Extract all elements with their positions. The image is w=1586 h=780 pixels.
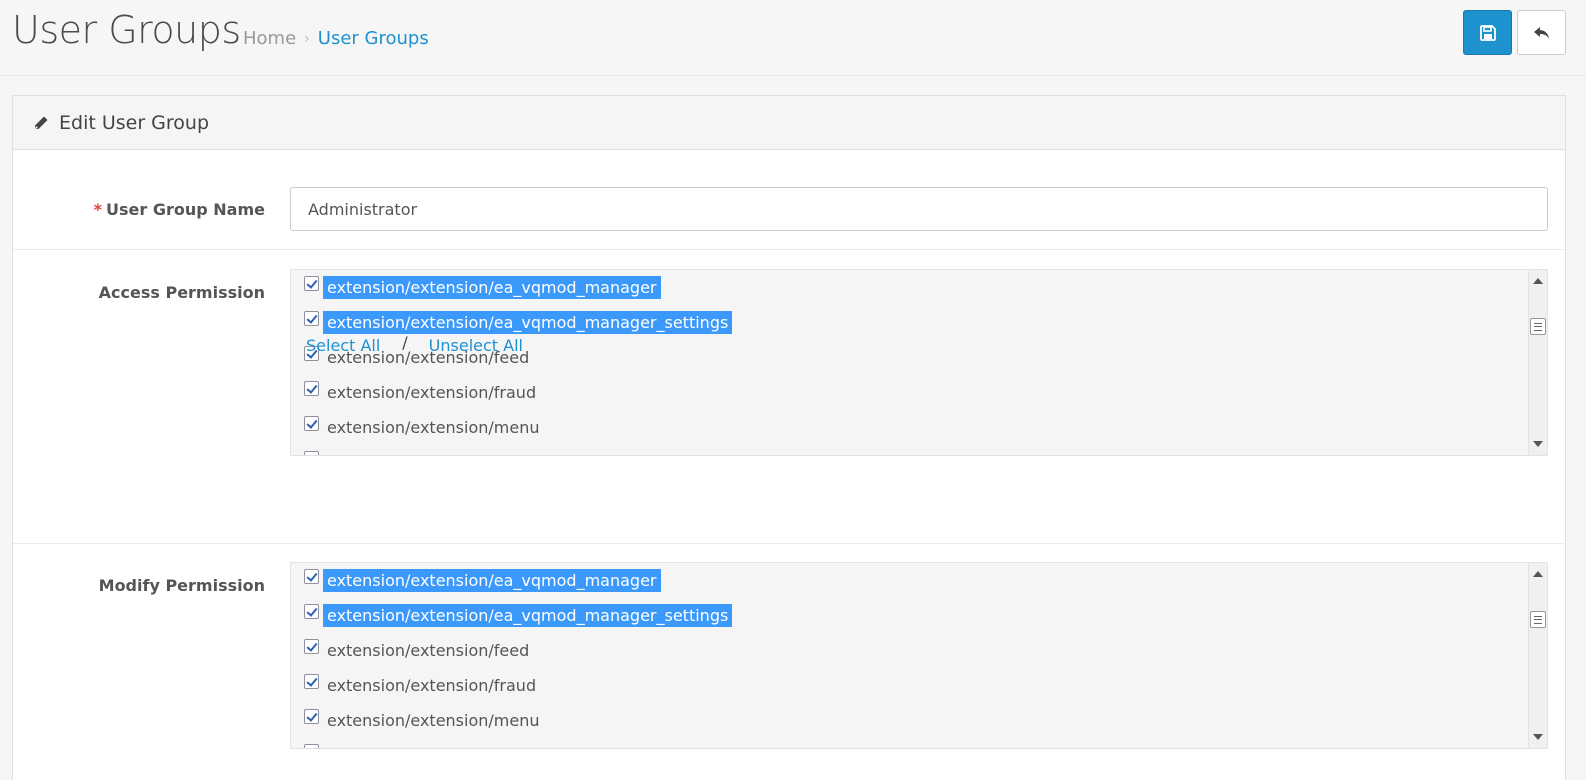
permission-item-label: extension/extension/ea_vqmod_manager — [323, 276, 661, 299]
breadcrumb-home-link[interactable]: Home — [243, 28, 296, 49]
access-scrollbar[interactable] — [1528, 270, 1547, 455]
panel-title: Edit User Group — [59, 111, 210, 134]
permission-item-label: extension/extension/feed — [327, 641, 530, 660]
permission-item[interactable]: extension/extension/fraud — [291, 668, 1528, 703]
floppy-disk-icon — [1479, 24, 1496, 41]
select-all-link[interactable]: Select All — [306, 336, 380, 355]
back-button[interactable] — [1517, 10, 1566, 55]
page-title: User Groups — [12, 8, 241, 52]
permission-item-label: extension/extension/fraud — [327, 383, 537, 402]
permission-item[interactable]: extension/extension/ea_vqmod_manager_set… — [291, 598, 1528, 633]
permission-item[interactable]: extension/extension/menu — [291, 410, 1528, 445]
required-mark: * — [93, 200, 103, 219]
edit-user-group-panel: Edit User Group *User Group Name Access … — [12, 95, 1566, 780]
group-name-label: * User Group Name — [94, 200, 265, 219]
permission-item-label: extension/extension/ea_vqmod_manager_set… — [323, 604, 733, 627]
permission-item[interactable]: extension/extension/ea_vqmod_manager_set… — [291, 305, 1528, 340]
checkbox-checked[interactable] — [304, 639, 319, 654]
checkbox-checked — [304, 451, 319, 455]
checkbox-checked[interactable] — [304, 674, 319, 689]
link-separator: / — [402, 333, 408, 352]
checkbox-checked — [304, 744, 319, 748]
permission-item-label: extension/extension/ea_vqmod_manager_set… — [323, 311, 733, 334]
scroll-down-arrow-icon[interactable] — [1533, 734, 1543, 740]
permission-item[interactable]: extension/extension/ea_vqmod_manager — [291, 270, 1528, 305]
permission-item[interactable]: extension/extension/feed — [291, 633, 1528, 668]
unselect-all-link[interactable]: Unselect All — [429, 336, 523, 355]
permission-item-partial — [291, 445, 1528, 455]
permission-item-label: extension/extension/fraud — [327, 676, 537, 695]
checkbox-checked[interactable] — [304, 604, 319, 619]
pencil-icon — [35, 116, 48, 129]
breadcrumb-user-groups-link[interactable]: User Groups — [318, 28, 429, 49]
permission-item[interactable]: extension/extension/fraud — [291, 375, 1528, 410]
modify-scrollbar[interactable] — [1528, 563, 1547, 748]
checkbox-checked[interactable] — [304, 276, 319, 291]
access-select-links: Select All / Unselect All — [306, 333, 523, 355]
group-name-label-text: User Group Name — [106, 200, 265, 219]
reply-arrow-icon — [1533, 26, 1549, 39]
permission-item[interactable]: extension/extension/menu — [291, 703, 1528, 738]
permission-item-label: extension/extension/ea_vqmod_manager — [323, 569, 661, 592]
scrollbar-thumb[interactable] — [1530, 611, 1546, 628]
access-permission-items: extension/extension/ea_vqmod_managerexte… — [291, 270, 1528, 455]
scroll-up-arrow-icon[interactable] — [1533, 278, 1543, 284]
checkbox-checked[interactable] — [304, 709, 319, 724]
access-permission-label: Access Permission — [98, 283, 265, 302]
save-button[interactable] — [1463, 10, 1512, 55]
page-header: User Groups Home › User Groups — [0, 0, 1586, 76]
scroll-down-arrow-icon[interactable] — [1533, 441, 1543, 447]
scroll-up-arrow-icon[interactable] — [1533, 571, 1543, 577]
modify-permission-list[interactable]: extension/extension/ea_vqmod_managerexte… — [290, 562, 1548, 749]
panel-heading: Edit User Group — [13, 96, 1565, 150]
access-permission-list[interactable]: extension/extension/ea_vqmod_managerexte… — [290, 269, 1548, 456]
checkbox-checked[interactable] — [304, 381, 319, 396]
modify-permission-label: Modify Permission — [98, 576, 265, 595]
permission-item-label: extension/extension/menu — [327, 711, 540, 730]
checkbox-checked[interactable] — [304, 569, 319, 584]
permission-item-label: extension/extension/menu — [327, 418, 540, 437]
permission-item-partial — [291, 738, 1528, 748]
checkbox-checked[interactable] — [304, 416, 319, 431]
breadcrumb: Home › User Groups — [243, 28, 429, 49]
checkbox-checked[interactable] — [304, 311, 319, 326]
breadcrumb-separator: › — [304, 30, 310, 47]
user-group-name-input[interactable] — [290, 187, 1548, 231]
permission-item[interactable]: extension/extension/ea_vqmod_manager — [291, 563, 1528, 598]
modify-permission-items: extension/extension/ea_vqmod_managerexte… — [291, 563, 1528, 748]
scrollbar-thumb[interactable] — [1530, 318, 1546, 335]
